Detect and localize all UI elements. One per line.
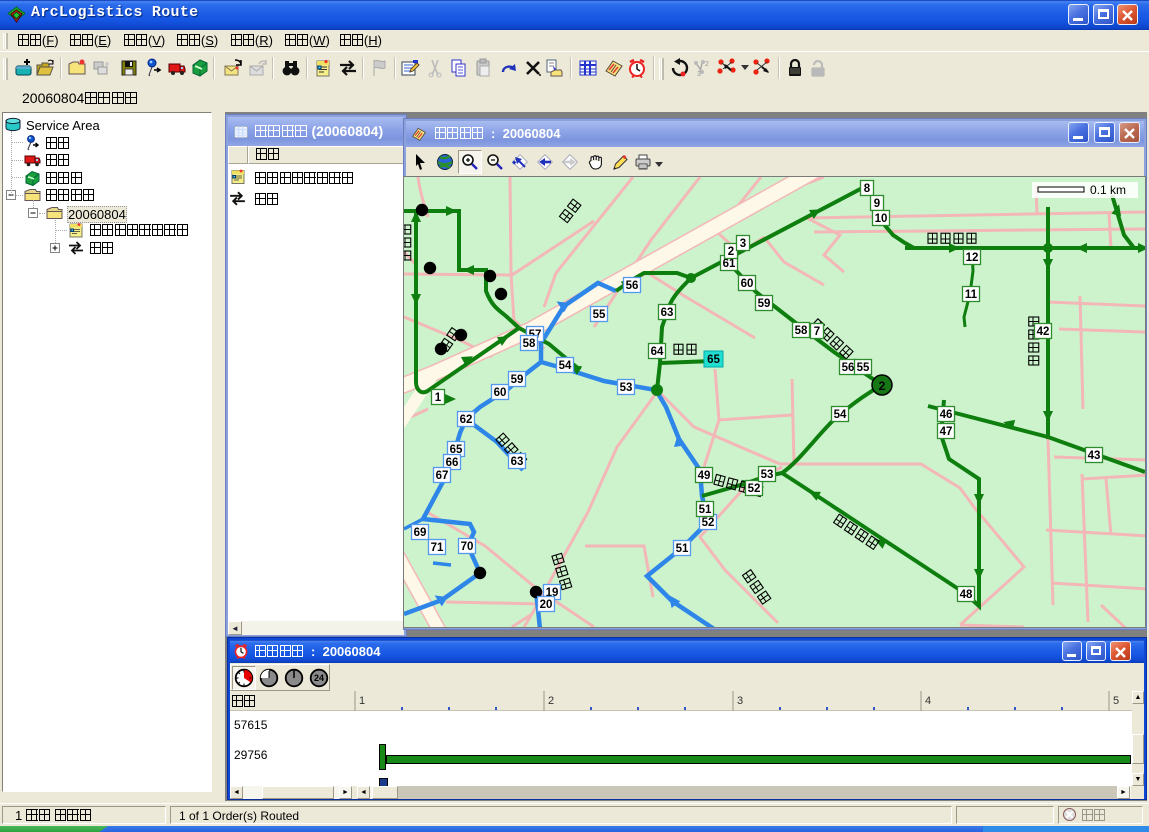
svg-text:62: 62 — [460, 414, 473, 426]
svg-text:71: 71 — [431, 542, 444, 554]
svg-text:53: 53 — [761, 469, 774, 481]
svg-text:54: 54 — [559, 360, 572, 372]
svg-text:12: 12 — [966, 252, 979, 264]
svg-text:53: 53 — [620, 382, 633, 394]
svg-text:67: 67 — [436, 470, 449, 482]
svg-text:55: 55 — [593, 309, 606, 321]
svg-text:55: 55 — [857, 362, 870, 374]
svg-text:2: 2 — [879, 379, 886, 393]
svg-text:5: 5 — [1113, 695, 1119, 707]
svg-text:24: 24 — [314, 673, 324, 683]
svg-text:60: 60 — [741, 278, 754, 290]
svg-text:2: 2 — [705, 61, 709, 68]
svg-text:51: 51 — [676, 543, 689, 555]
svg-text:48: 48 — [960, 589, 973, 601]
svg-text:11: 11 — [965, 289, 978, 301]
svg-text:64: 64 — [651, 346, 664, 358]
svg-text:1: 1 — [435, 392, 442, 404]
svg-text:10: 10 — [875, 213, 888, 225]
svg-text:3: 3 — [740, 238, 746, 250]
svg-text:1: 1 — [359, 695, 365, 707]
svg-text:46: 46 — [940, 409, 953, 421]
svg-text:52: 52 — [702, 517, 715, 529]
svg-text:56: 56 — [842, 362, 855, 374]
svg-text:42: 42 — [1037, 326, 1050, 338]
svg-text:49: 49 — [698, 470, 711, 482]
svg-text:58: 58 — [795, 325, 808, 337]
svg-text:3: 3 — [737, 695, 743, 707]
svg-text:59: 59 — [511, 374, 524, 386]
svg-text:52: 52 — [748, 483, 761, 495]
svg-text:51: 51 — [699, 504, 712, 516]
svg-text:65: 65 — [707, 354, 720, 366]
svg-text:58: 58 — [523, 338, 536, 350]
svg-text:59: 59 — [758, 298, 771, 310]
svg-text:43: 43 — [1088, 450, 1101, 462]
svg-text:47: 47 — [940, 426, 953, 438]
svg-text:0.1 km: 0.1 km — [1090, 183, 1126, 197]
svg-text:61: 61 — [723, 258, 736, 270]
svg-text:20: 20 — [540, 599, 553, 611]
svg-text:2: 2 — [728, 246, 734, 258]
svg-text:4: 4 — [925, 695, 931, 707]
svg-text:56: 56 — [626, 280, 639, 292]
svg-text:3: 3 — [697, 71, 701, 78]
svg-text:63: 63 — [661, 307, 674, 319]
svg-text:2: 2 — [548, 695, 554, 707]
svg-text:54: 54 — [834, 409, 847, 421]
svg-text:63: 63 — [511, 456, 524, 468]
svg-text:70: 70 — [461, 541, 474, 553]
svg-text:60: 60 — [494, 387, 507, 399]
svg-text:9: 9 — [874, 198, 880, 210]
svg-text:8: 8 — [864, 183, 871, 195]
svg-text:69: 69 — [414, 527, 427, 539]
svg-text:7: 7 — [814, 326, 820, 338]
